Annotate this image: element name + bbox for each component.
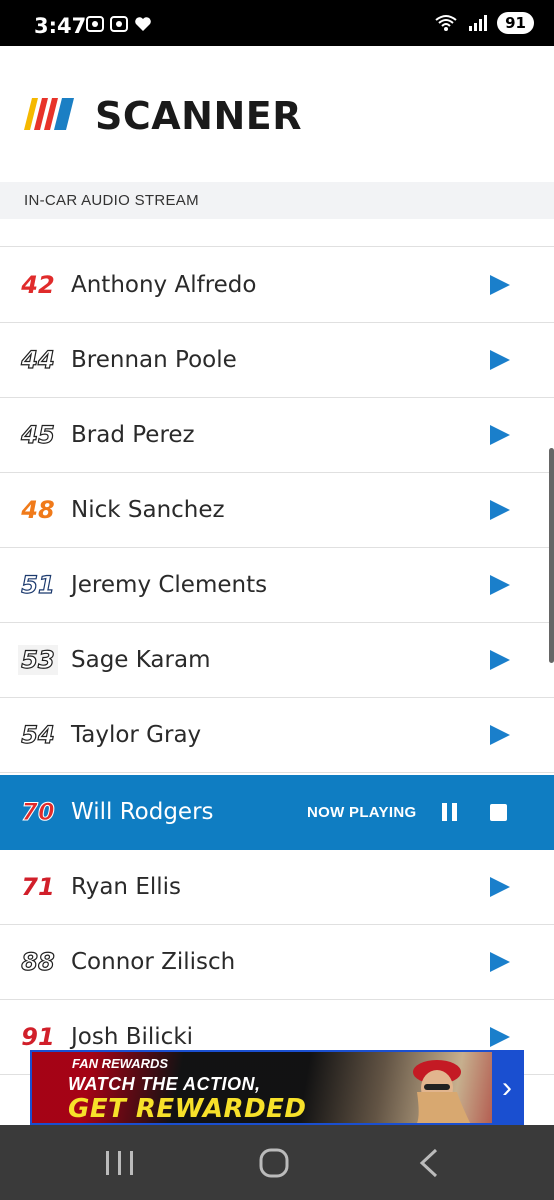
notification-icons [86,16,152,32]
nascar-logo-icon [24,98,74,130]
cell-signal-icon [469,15,488,31]
driver-row-now-playing[interactable]: 70 Will Rodgers NOW PLAYING [0,775,554,850]
recent-apps-icon[interactable] [100,1145,140,1181]
play-icon[interactable] [490,500,510,520]
driver-name: Ryan Ellis [71,874,182,900]
car-number: 88 [21,947,56,976]
car-number: 71 [21,873,55,901]
driver-name: Connor Zilisch [71,949,236,975]
car-number: 51 [21,570,56,599]
ad-headline: WATCH THE ACTION, [68,1074,261,1094]
car-number: 42 [21,271,55,299]
driver-name: Brad Perez [71,422,195,448]
car-number: 54 [21,720,56,749]
screenshot-icon [110,16,128,32]
wifi-icon [435,15,457,31]
driver-name: Brennan Poole [71,347,237,373]
screen-record-icon [86,16,104,32]
car-number: 53 [18,645,58,675]
driver-row[interactable]: 48 Nick Sanchez [0,473,554,548]
driver-row[interactable]: 44 Brennan Poole [0,323,554,398]
driver-row[interactable]: 53 Sage Karam [0,623,554,698]
play-icon[interactable] [490,425,510,445]
play-icon[interactable] [490,725,510,745]
play-icon[interactable] [490,575,510,595]
driver-name: Nick Sanchez [71,497,225,523]
driver-row[interactable]: 54 Taylor Gray [0,698,554,773]
driver-row[interactable]: 88 Connor Zilisch [0,925,554,1000]
driver-name: Jeremy Clements [71,572,268,598]
car-number: 48 [21,496,55,524]
driver-row[interactable]: 71 Ryan Ellis [0,850,554,925]
app-title: SCANNER [95,94,302,138]
car-number: 44 [21,345,56,374]
section-header: IN-CAR AUDIO STREAM [0,182,554,219]
driver-row[interactable]: 45 Brad Perez [0,398,554,473]
driver-list[interactable]: 42 Anthony Alfredo 44 Brennan Poole 45 B… [0,219,554,1125]
driver-row[interactable]: 42 Anthony Alfredo [0,248,554,323]
chevron-right-icon[interactable]: › [492,1052,522,1123]
play-icon[interactable] [490,275,510,295]
driver-name: Josh Bilicki [71,1024,194,1050]
scrollbar[interactable] [549,448,554,663]
ad-banner[interactable]: FAN REWARDS WATCH THE ACTION, GET REWARD… [30,1050,524,1125]
car-number: 45 [21,420,56,449]
ad-fan-image [413,1060,471,1123]
driver-row[interactable]: 51 Jeremy Clements [0,548,554,623]
car-number: 70 [21,798,55,827]
driver-name: Anthony Alfredo [71,272,257,298]
heart-icon [135,17,151,31]
pause-icon[interactable] [442,803,458,821]
ad-brand: FAN REWARDS [72,1056,169,1071]
play-icon[interactable] [490,1027,510,1047]
play-icon[interactable] [490,877,510,897]
system-icons: 91 [435,12,534,34]
status-time: 3:47 [34,14,87,38]
driver-name: Sage Karam [71,647,211,673]
home-icon[interactable] [254,1145,294,1181]
back-icon[interactable] [410,1145,450,1181]
driver-name: Taylor Gray [71,722,202,748]
ad-tagline: GET REWARDED [68,1094,307,1124]
app-header: SCANNER [0,46,554,182]
battery-indicator: 91 [497,12,534,34]
play-icon[interactable] [490,952,510,972]
system-nav-bar [0,1125,554,1200]
status-bar: 3:47 91 [0,0,554,46]
now-playing-label: NOW PLAYING [307,804,417,821]
section-title: IN-CAR AUDIO STREAM [24,192,199,209]
stop-icon[interactable] [490,804,507,821]
driver-name: Will Rodgers [71,799,214,825]
car-number: 91 [21,1023,55,1051]
play-icon[interactable] [490,650,510,670]
list-item-partial[interactable] [0,219,554,247]
play-icon[interactable] [490,350,510,370]
